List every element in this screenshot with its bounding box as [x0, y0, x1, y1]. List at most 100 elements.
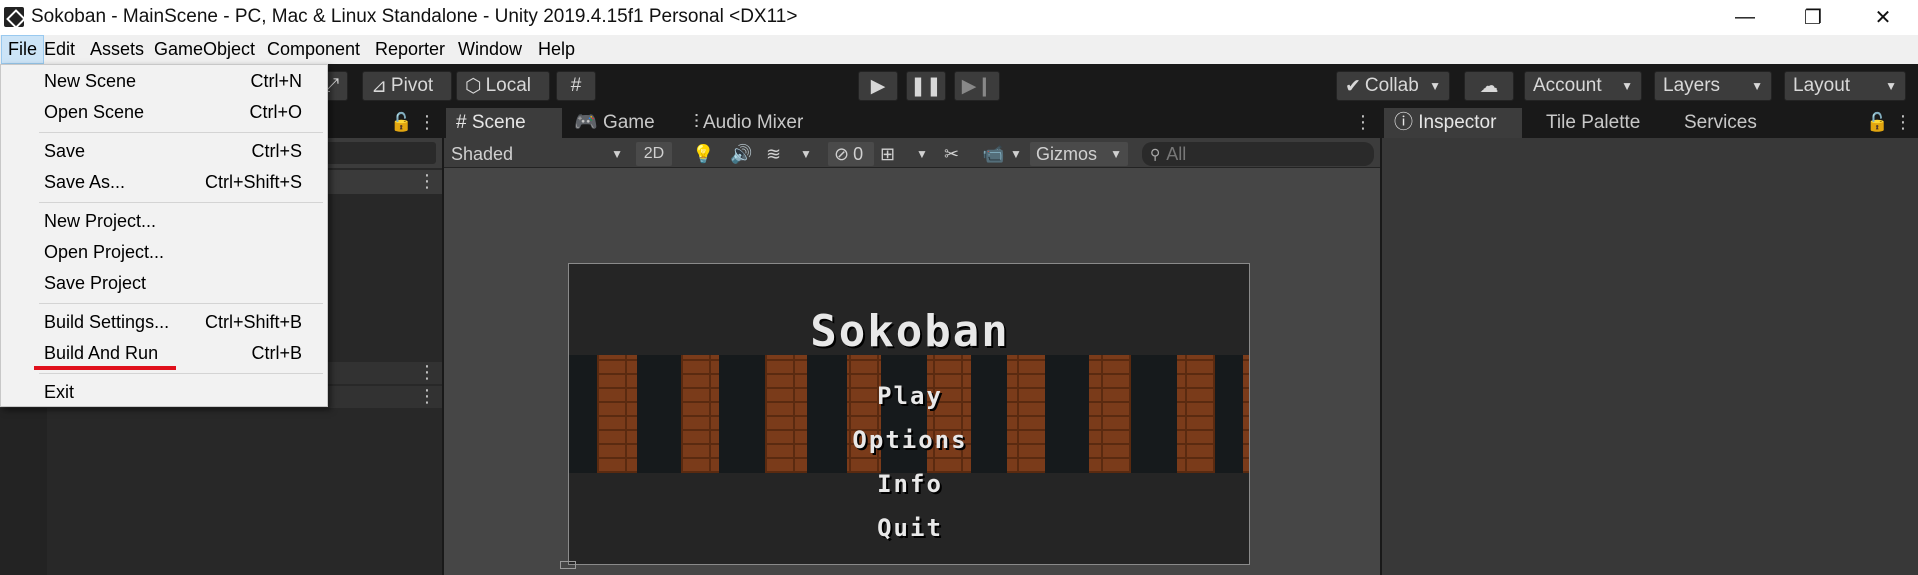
gizmos-label: Gizmos [1036, 143, 1098, 164]
menu-item-label: Build And Run [44, 343, 159, 363]
more-options-icon[interactable]: ⋮ [418, 362, 436, 383]
menu-item-label: New Scene [44, 71, 137, 91]
menu-item-save-as[interactable]: Save As... Ctrl+Shift+S [1, 167, 327, 198]
menu-item-label: New Project... [44, 211, 157, 231]
audio-speaker-icon[interactable]: 🔊 [730, 142, 752, 166]
menu-item-save[interactable]: Save Ctrl+S [1, 136, 327, 167]
minimize-button[interactable]: — [1710, 0, 1780, 35]
pivot-icon: ⊿ [371, 75, 387, 97]
step-button[interactable]: ▶❙ [954, 71, 1000, 101]
tab-audio-mixer[interactable]: ⫶ Audio Mixer [684, 108, 813, 138]
local-label: Local [485, 75, 532, 96]
menu-item-shortcut: Ctrl+Shift+B [204, 312, 302, 332]
menu-separator [39, 132, 323, 133]
2d-toggle[interactable]: 2D [636, 142, 672, 166]
tab-game[interactable]: 🎮 Game [564, 108, 665, 138]
menu-item-build-and-run[interactable]: Build And Run Ctrl+B [1, 338, 327, 369]
more-options-icon[interactable]: ⋮ [418, 112, 436, 133]
inspector-tab-bar: ⓘ Inspector Tile Palette Services 🔓 ⋮ [1382, 108, 1918, 138]
collab-dropdown[interactable]: ✔ Collab ▼ [1336, 71, 1450, 101]
shading-mode-dropdown[interactable]: Shaded ▼ [451, 142, 623, 166]
tab-scene[interactable]: # Scene [446, 108, 562, 138]
menu-component[interactable]: Component [261, 35, 366, 64]
game-menu-quit[interactable]: Quit [569, 514, 1249, 542]
scene-search-input[interactable]: ⚲ All [1142, 142, 1374, 166]
scene-visibility-toggle[interactable]: ⊘ 0 [828, 142, 874, 166]
tab-inspector[interactable]: ⓘ Inspector [1384, 108, 1522, 138]
mixer-icon: ⫶ [694, 112, 703, 133]
file-menu-dropdown: New Scene Ctrl+N Open Scene Ctrl+O Save … [0, 64, 328, 407]
chevron-down-icon: ▼ [1621, 79, 1633, 93]
menu-item-new-scene[interactable]: New Scene Ctrl+N [1, 66, 327, 97]
menu-item-label: Save As... [44, 172, 126, 192]
game-preview-frame: Sokoban Play Options Info Quit [568, 263, 1250, 565]
account-dropdown[interactable]: Account ▼ [1524, 71, 1642, 101]
shading-mode-label: Shaded [451, 143, 514, 164]
game-menu-play[interactable]: Play [569, 382, 1249, 410]
effects-layers-icon[interactable]: ≋ [766, 142, 781, 166]
menu-assets[interactable]: Assets [84, 35, 150, 64]
more-options-icon[interactable]: ⋮ [1894, 112, 1912, 133]
menu-item-label: Exit [44, 382, 75, 402]
pivot-toggle[interactable]: ⊿ Pivot [362, 71, 452, 101]
close-button[interactable]: ✕ [1848, 0, 1918, 35]
collab-check-icon: ✔ [1345, 75, 1361, 97]
menu-item-exit[interactable]: Exit [1, 377, 327, 408]
scene-tab-bar: # Scene 🎮 Game ⫶ Audio Mixer ⋮ [444, 108, 1380, 138]
game-menu-options[interactable]: Options [569, 426, 1249, 454]
more-options-icon[interactable]: ⋮ [418, 386, 436, 407]
menu-bar: File Edit Assets GameObject Component Re… [0, 35, 1918, 64]
chevron-down-icon[interactable]: ▼ [916, 142, 928, 166]
tools-icon[interactable]: ✂ [944, 142, 959, 166]
account-label: Account [1533, 75, 1602, 96]
tab-tile-palette[interactable]: Tile Palette [1536, 108, 1650, 138]
menu-item-new-project[interactable]: New Project... [1, 206, 327, 237]
lock-icon[interactable]: 🔓 [390, 112, 412, 133]
canvas-corner-handle[interactable] [560, 561, 576, 569]
chevron-down-icon: ▼ [1429, 79, 1441, 93]
pause-button[interactable]: ❚❚ [906, 71, 946, 101]
local-toggle[interactable]: ⬡ Local [456, 71, 550, 101]
gamepad-icon: 🎮 [574, 112, 603, 133]
scene-search-placeholder: All [1166, 143, 1187, 164]
gizmos-dropdown[interactable]: Gizmos ▼ [1030, 142, 1128, 166]
chevron-down-icon[interactable]: ▼ [1010, 142, 1022, 166]
tab-services[interactable]: Services [1674, 108, 1767, 138]
lighting-bulb-icon[interactable]: 💡 [692, 142, 714, 166]
menu-item-shortcut: Ctrl+B [251, 343, 302, 363]
menu-item-save-project[interactable]: Save Project [1, 268, 327, 299]
menu-edit[interactable]: Edit [38, 35, 81, 64]
menu-item-open-scene[interactable]: Open Scene Ctrl+O [1, 97, 327, 128]
play-button[interactable]: ▶ [858, 71, 898, 101]
tab-game-label: Game [602, 112, 655, 133]
logo-letter-block [1131, 355, 1177, 473]
game-menu-info[interactable]: Info [569, 470, 1249, 498]
chevron-down-icon[interactable]: ▼ [800, 142, 812, 166]
lock-icon[interactable]: 🔓 [1866, 112, 1888, 133]
menu-separator [39, 373, 323, 374]
menu-item-build-settings[interactable]: Build Settings... Ctrl+Shift+B [1, 307, 327, 338]
menu-item-open-project[interactable]: Open Project... [1, 237, 327, 268]
grid-snap-icon[interactable]: # [556, 71, 596, 101]
menu-help[interactable]: Help [532, 35, 581, 64]
menu-window[interactable]: Window [452, 35, 528, 64]
search-icon: ⚲ [1150, 145, 1161, 162]
maximize-button[interactable]: ❐ [1778, 0, 1848, 35]
logo-letter-block [1215, 355, 1243, 473]
menu-gameobject[interactable]: GameObject [148, 35, 261, 64]
more-options-icon[interactable]: ⋮ [418, 171, 436, 192]
game-title: Sokoban [810, 306, 1010, 357]
camera-icon[interactable]: 📹 [982, 142, 1004, 166]
menu-item-label: Build Settings... [44, 312, 170, 332]
menu-reporter[interactable]: Reporter [369, 35, 451, 64]
info-icon: ⓘ [1394, 112, 1419, 133]
layers-dropdown[interactable]: Layers ▼ [1654, 71, 1772, 101]
more-options-icon[interactable]: ⋮ [1354, 112, 1372, 133]
layout-dropdown[interactable]: Layout ▼ [1784, 71, 1906, 101]
menu-item-shortcut: Ctrl+N [250, 71, 302, 91]
cloud-button[interactable]: ☁ [1464, 71, 1514, 101]
logo-letter-block [881, 355, 927, 473]
logo-letter-block [637, 355, 681, 473]
hierarchy-search-input[interactable] [320, 142, 436, 164]
grid-toggle-icon[interactable]: ⊞ [880, 142, 895, 166]
